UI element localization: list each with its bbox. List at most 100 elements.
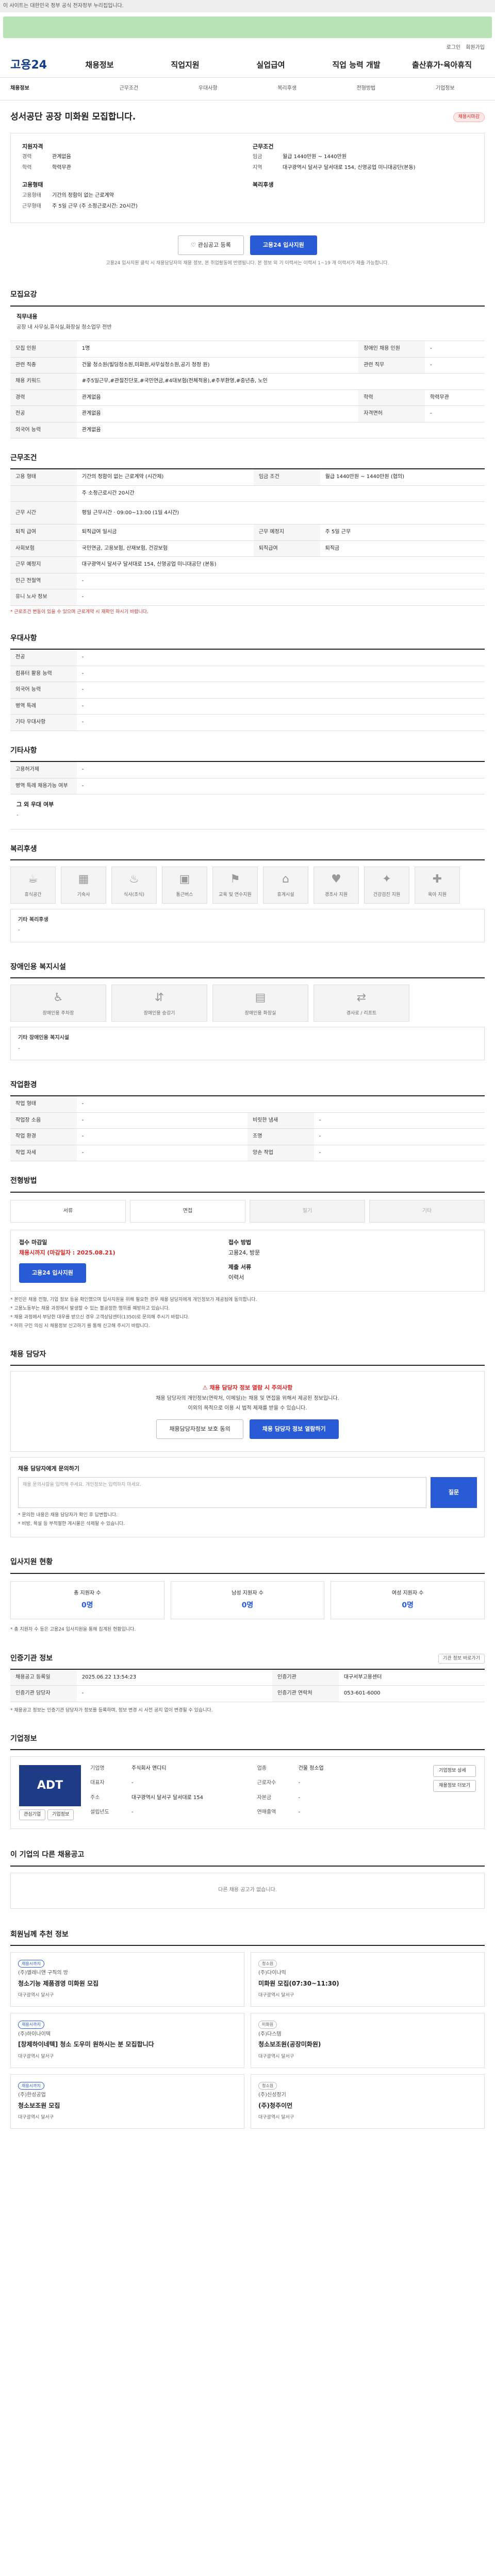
recruit-table: 모집 인원 1명 장애인 채용 인원 - 관련 직종 건물 청소원(빌딩청소원,미화원,… (10, 341, 485, 439)
question-box: 채용 담당자에게 문의하기 채용 문의사항을 입력해 주세요. 개인정보는 입력… (10, 1457, 485, 1538)
table-row: 기타 우대사항 - (10, 714, 485, 731)
agency-heading: 인증기관 정보 (10, 1654, 53, 1663)
parking-icon: ♿ (53, 991, 63, 1004)
summary-qualify-title: 지원자격 (22, 143, 43, 150)
company-logo: ADT (19, 1765, 81, 1807)
table-row: 인근 전철역 - (10, 573, 485, 590)
agency-note: * 채용공고 정보는 인증기관 담당자가 정보를 등록하며, 정보 변경 시 사… (10, 1707, 213, 1713)
recommend-card[interactable]: 채용시까지 (주)하이나이텍 [창제하이네텍] 청소 도우미 원하시는 분 모집합니… (10, 2013, 244, 2068)
scrap-button[interactable]: ♡ 관심공고 등록 (178, 235, 244, 256)
question-input[interactable]: 채용 문의사항을 입력해 주세요. 개인정보는 입력하지 마세요. (18, 1477, 426, 1509)
recommend-card[interactable]: 청소원 (주)신성정기 (주)청주이먼 대구광역시 달서구 (251, 2074, 485, 2129)
job-title: 성서공단 공장 미화원 모집합니다. (10, 111, 136, 122)
job-summary: 지원자격 경력 관계없음 학력 학력무관 고용형태 고용형태 기간의 정함이 없는 근… (10, 132, 485, 224)
deadline-badge: 채용시마감 (453, 112, 485, 122)
tab-recruit[interactable]: 채용정보 (10, 85, 89, 93)
table-row: 모집 인원 1명 장애인 채용 인원 - (10, 341, 485, 358)
tab-conditions[interactable]: 근무조건 (89, 85, 168, 93)
conditions-note: * 근로조건 변동이 있을 수 있으며 근로계약 시 재확인 하시기 바랍니다. (10, 609, 148, 615)
table-row: 작업 자세 - 양손 작업 - (10, 1145, 485, 1162)
step-written: 필기 (250, 1199, 365, 1223)
table-row: 고용허가제 - (10, 762, 485, 778)
promo-banner[interactable] (3, 16, 492, 38)
table-row: 작업 형태 - (10, 1096, 485, 1113)
nav-parental-leave[interactable]: 출산휴가·육아휴직 (399, 60, 485, 71)
view-contact-button[interactable]: 채용 담당자 정보 열람하기 (249, 1419, 339, 1439)
job-title-row: 성서공단 공장 미화원 모집합니다. 채용시마감 (0, 100, 495, 128)
fav-company-button[interactable]: 관심기업 (19, 1809, 46, 1821)
benefit-icon: ✚ (432, 873, 442, 886)
company-detail-button[interactable]: 기업정보 상세 (433, 1765, 476, 1777)
nav-unemployment[interactable]: 실업급여 (228, 60, 314, 71)
etc-table: 고용허가제 - 병역 특례 채용가능 여부 - (10, 762, 485, 795)
recommend-card[interactable]: 미화원 (주)다스템 청소보조원(공장미화원) 대구광역시 달서구 (251, 2013, 485, 2068)
benefit-icon: ⚑ (230, 873, 240, 886)
benefit-item: ♥ 경조사 지원 (314, 866, 359, 904)
elevator-icon: ⇵ (154, 991, 164, 1004)
benefit-icon: ♨ (129, 873, 139, 886)
nav-jobs[interactable]: 채용정보 (57, 60, 142, 71)
stat-total: 총 지원자 수 0명 (10, 1581, 164, 1620)
benefit-item: ♨ 식사(조식) (111, 866, 157, 904)
login-link[interactable]: 로그인 (447, 44, 461, 52)
recruit-heading: 모집요강 (10, 275, 485, 307)
table-row: 퇴직 급여 퇴직급여 일시금 근무 예정지 주 5일 근무 (10, 524, 485, 541)
stat-female: 여성 지원자 수 0명 (331, 1581, 485, 1620)
table-row: 사회보험 국민연금, 고용보험, 산재보험, 건강보험 퇴직급여 퇴직금 (10, 540, 485, 557)
benefit-icon: ▦ (78, 873, 89, 886)
agency-link[interactable]: 기관 정보 바로가기 (438, 1653, 485, 1664)
disability-item: ▤ 장애인용 화장실 (212, 985, 308, 1022)
contact-box: ⚠ 채용 담당자 정보 열람 시 주의사항 채용 담당자의 개인정보(연락처, … (10, 1371, 485, 1452)
company-heading: 기업정보 (10, 1719, 485, 1751)
table-row: 관련 직종 건물 청소원(빌딩청소원,미화원,사무실청소원,공기 청정 원) 관련 … (10, 357, 485, 374)
tab-selection[interactable]: 전형방법 (326, 85, 405, 93)
tab-prefer[interactable]: 우대사항 (169, 85, 248, 93)
etc-extra: 그 외 우대 여부 - (10, 794, 485, 829)
utility-links: 로그인 회원가입 (0, 38, 495, 54)
contact-heading: 채용 담당자 (10, 1335, 485, 1366)
table-row: 작업장 소음 - 비릿한 냄새 - (10, 1112, 485, 1129)
recommend-card[interactable]: 청소원 (주)다이나믹 미화원 모집(07:30~11:30) 대구광역시 달서구 (251, 1952, 485, 2007)
global-nav: 고용24 채용정보 직업지원 실업급여 직업 능력 개발 출산휴가·육아휴직 (0, 54, 495, 78)
disability-item: ⇵ 장애인용 승강기 (111, 985, 207, 1022)
company-info-button[interactable]: 기업정보 (47, 1809, 74, 1821)
benefit-item: ⌂ 휴게시설 (263, 866, 308, 904)
company-info: 기업명 주식회사 앤디티 업종 건물 청소업 대표자 - 근로자수 - 주소 대구광역시 달서… (90, 1766, 324, 1815)
disability-heading: 장애인용 복지시설 (10, 947, 485, 979)
selection-notes: * 본인은 채용 전형, 기업 정보 등을 확인했으며 입사지원을 위해 필요한… (10, 1297, 257, 1329)
apply-button-2[interactable]: 고용24 입사지원 (19, 1263, 86, 1283)
tab-company[interactable]: 기업정보 (406, 85, 485, 93)
question-submit-button[interactable]: 질문 (431, 1477, 477, 1509)
table-row: 주 소정근로시간 20시간 (10, 485, 485, 502)
benefits-heading: 복리후생 (10, 829, 485, 860)
recommend-card[interactable]: 채용시까지 (주)한성공업 청소보조원 모집 대구광역시 달서구 (10, 2074, 244, 2129)
table-row: 병역 특례 채용가능 여부 - (10, 778, 485, 795)
table-row: 컴퓨터 활용 능력 - (10, 666, 485, 683)
site-logo[interactable]: 고용24 (10, 57, 57, 74)
apply-button[interactable]: 고용24 입사지원 (250, 235, 317, 256)
status-note: * 총 지원자 수 등은 고용24 입사지원을 통해 집계된 현황입니다. (10, 1627, 136, 1633)
section-tabs: 채용정보 근무조건 우대사항 복리후생 전형방법 기업정보 (0, 78, 495, 100)
restroom-icon: ▤ (255, 991, 266, 1004)
consent-button[interactable]: 채용담당자정보 보호 동의 (156, 1419, 243, 1439)
benefit-icon: ✦ (382, 873, 392, 886)
benefits-extra: 기타 복리후생 - (10, 908, 485, 942)
selection-steps: 서류 면접 필기 기타 (10, 1199, 485, 1223)
signup-link[interactable]: 회원가입 (466, 44, 485, 52)
company-box: ADT 관심기업 기업정보 기업명 주식회사 앤디티 업종 건물 청소업 대표자 - 근로… (10, 1756, 485, 1829)
prefer-table: 전공 - 컴퓨터 활용 능력 - 외국어 능력 - 병역 특례 - 기타 우대사항 - (10, 650, 485, 731)
benefit-item: ✚ 육아 지원 (415, 866, 460, 904)
nav-employment-support[interactable]: 직업지원 (142, 60, 228, 71)
disability-icons: ♿ 장애인용 주차장 ⇵ 장애인용 승강기 ▤ 장애인용 화장실 ⇄ 경사로 / 리프트 (10, 985, 485, 1022)
tab-benefits[interactable]: 복리후생 (248, 85, 326, 93)
table-row: 인증기관 담당자 - 인증기관 연락처 053-601-6000 (10, 1685, 485, 1702)
etc-heading: 기타사항 (10, 731, 485, 762)
disability-item: ♿ 장애인용 주차장 (10, 985, 106, 1022)
stat-male: 남성 지원자 수 0명 (170, 1581, 325, 1620)
company-jobs-button[interactable]: 채용정보 더보기 (433, 1780, 476, 1792)
table-row: 채용공고 등록일 2025.06.22 13:54:23 인증기관 대구서부고용센터 (10, 1669, 485, 1686)
heart-icon: ♡ (191, 242, 198, 249)
step-document: 서류 (10, 1199, 126, 1223)
recommend-card[interactable]: 채용시까지 (주)엘레니앤 구직의 방 청소기능 제품경영 미화원 모집 대구광역시 … (10, 1952, 244, 2007)
nav-training[interactable]: 직업 능력 개발 (314, 60, 399, 71)
